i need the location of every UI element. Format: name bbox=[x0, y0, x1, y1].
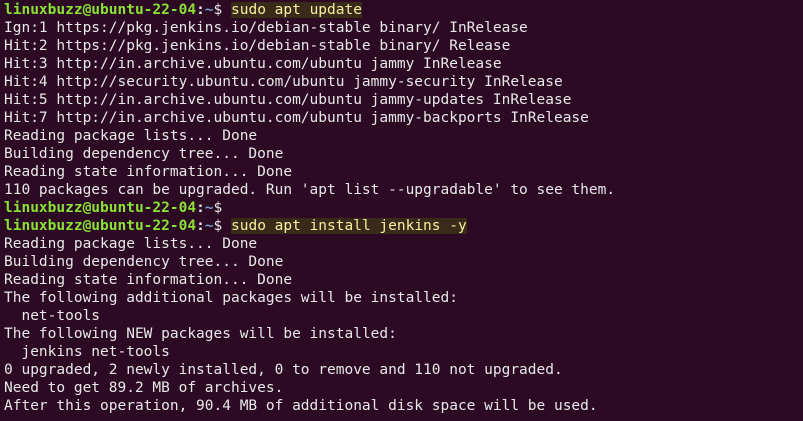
output-line: Hit:5 http://in.archive.ubuntu.com/ubunt… bbox=[4, 92, 572, 108]
prompt-colon: : bbox=[196, 218, 205, 234]
output-line: jenkins net-tools bbox=[4, 344, 170, 360]
output-line: Need to get 89.2 MB of archives. bbox=[4, 380, 284, 396]
output-line: Hit:7 http://in.archive.ubuntu.com/ubunt… bbox=[4, 110, 589, 126]
prompt-line: linuxbuzz@ubuntu-22-04:~$ sudo apt updat… bbox=[4, 1, 803, 19]
prompt-symbol: $ bbox=[213, 2, 223, 18]
output-line: Reading state information... Done bbox=[4, 272, 293, 288]
prompt-symbol: $ bbox=[213, 200, 223, 216]
prompt-user-host: linuxbuzz@ubuntu-22-04 bbox=[4, 2, 197, 18]
output-line: net-tools bbox=[4, 308, 101, 324]
prompt-path: ~ bbox=[204, 2, 214, 18]
output-line: Hit:2 https://pkg.jenkins.io/debian-stab… bbox=[4, 38, 511, 54]
output-line: 0 upgraded, 2 newly installed, 0 to remo… bbox=[4, 362, 563, 378]
output-line: Reading state information... Done bbox=[4, 164, 293, 180]
output-line: Ign:1 https://pkg.jenkins.io/debian-stab… bbox=[4, 20, 528, 36]
prompt-user-host: linuxbuzz@ubuntu-22-04 bbox=[4, 218, 197, 234]
output-line: Building dependency tree... Done bbox=[4, 254, 284, 270]
output-line: After this operation, 90.4 MB of additio… bbox=[4, 398, 598, 414]
prompt-line: linuxbuzz@ubuntu-22-04:~$ bbox=[4, 199, 803, 217]
prompt-colon: : bbox=[196, 200, 205, 216]
terminal-window[interactable]: linuxbuzz@ubuntu-22-04:~$ sudo apt updat… bbox=[0, 0, 803, 421]
command-text: sudo apt install jenkins -y bbox=[231, 218, 467, 234]
prompt-line: linuxbuzz@ubuntu-22-04:~$ sudo apt insta… bbox=[4, 217, 803, 235]
output-line: Reading package lists... Done bbox=[4, 128, 258, 144]
command-text: sudo apt update bbox=[231, 2, 362, 18]
prompt-colon: : bbox=[196, 2, 205, 18]
prompt-user-host: linuxbuzz@ubuntu-22-04 bbox=[4, 200, 197, 216]
output-line: Building dependency tree... Done bbox=[4, 146, 284, 162]
prompt-symbol: $ bbox=[213, 218, 223, 234]
output-line: Reading package lists... Done bbox=[4, 236, 258, 252]
output-line: The following additional packages will b… bbox=[4, 290, 458, 306]
output-line: 110 packages can be upgraded. Run 'apt l… bbox=[4, 182, 616, 198]
output-line: Hit:4 http://security.ubuntu.com/ubuntu … bbox=[4, 74, 563, 90]
prompt-path: ~ bbox=[204, 200, 214, 216]
prompt-path: ~ bbox=[204, 218, 214, 234]
output-line: The following NEW packages will be insta… bbox=[4, 326, 397, 342]
output-line: Hit:3 http://in.archive.ubuntu.com/ubunt… bbox=[4, 56, 502, 72]
